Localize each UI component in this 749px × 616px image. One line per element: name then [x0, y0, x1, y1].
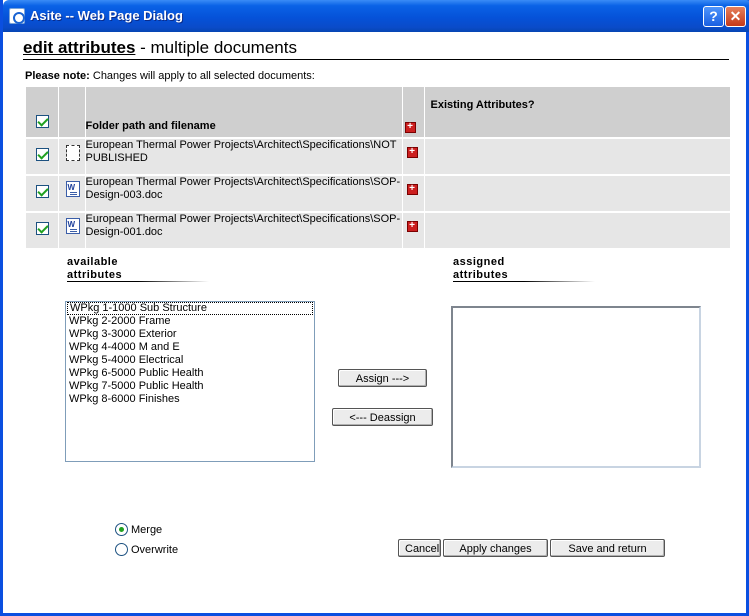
- page-title: edit attributes - multiple documents: [23, 38, 729, 60]
- expand-row-plus-icon[interactable]: +: [406, 147, 418, 158]
- help-button[interactable]: ?: [703, 6, 724, 27]
- row-checkbox[interactable]: [36, 148, 49, 161]
- expand-all-plus-icon[interactable]: +: [404, 122, 416, 133]
- row-filename[interactable]: European Thermal Power Projects\Architec…: [85, 212, 403, 250]
- note-label: Please note:: [25, 70, 90, 82]
- row-filename[interactable]: European Thermal Power Projects\Architec…: [85, 138, 403, 176]
- list-item[interactable]: WPkg 4-4000 M and E: [66, 341, 314, 354]
- table-row: European Thermal Power Projects\Architec…: [26, 138, 731, 176]
- note-text: Changes will apply to all selected docum…: [89, 70, 315, 82]
- list-item[interactable]: WPkg 3-3000 Exterior: [66, 328, 314, 341]
- dialog-window: Asite -- Web Page Dialog ? ✕ edit attrib…: [0, 0, 749, 616]
- assigned-attributes-label: assigned attributes: [453, 256, 509, 281]
- list-item[interactable]: WPkg 2-2000 Frame: [66, 315, 314, 328]
- page-title-strong: edit attributes: [23, 38, 136, 57]
- close-button[interactable]: ✕: [725, 6, 746, 27]
- column-header-existing: Existing Attributes?: [424, 87, 731, 139]
- assigned-attributes-list[interactable]: [451, 306, 701, 468]
- assign-button[interactable]: Assign --->: [338, 369, 427, 387]
- row-existing-attributes: [424, 175, 731, 213]
- select-all-cell: [26, 87, 59, 139]
- cancel-button[interactable]: Cancel: [398, 539, 441, 557]
- row-checkbox[interactable]: [36, 185, 49, 198]
- row-filename[interactable]: European Thermal Power Projects\Architec…: [85, 175, 403, 213]
- unpublished-doc-icon: [65, 145, 80, 161]
- list-item[interactable]: WPkg 5-4000 Electrical: [66, 354, 314, 367]
- expand-row-plus-icon[interactable]: +: [406, 184, 418, 195]
- column-header-path: Folder path and filename: [85, 87, 403, 139]
- row-checkbox[interactable]: [36, 222, 49, 235]
- available-attributes-label: available attributes: [67, 256, 123, 281]
- window-title: Asite -- Web Page Dialog: [30, 8, 183, 23]
- list-item[interactable]: WPkg 1-1000 Sub Structure: [67, 302, 313, 315]
- save-and-return-button[interactable]: Save and return: [550, 539, 665, 557]
- overwrite-label[interactable]: Overwrite: [131, 544, 178, 556]
- table-row: European Thermal Power Projects\Architec…: [26, 212, 731, 250]
- ie-page-icon: [9, 8, 25, 24]
- available-attributes-list[interactable]: WPkg 1-1000 Sub Structure WPkg 2-2000 Fr…: [65, 301, 315, 462]
- dialog-content: edit attributes - multiple documents Ple…: [3, 32, 746, 613]
- row-existing-attributes: [424, 138, 731, 176]
- list-item[interactable]: WPkg 6-5000 Public Health: [66, 367, 314, 380]
- list-item[interactable]: WPkg 8-6000 Finishes: [66, 393, 314, 406]
- assigned-underline: [453, 281, 595, 282]
- merge-label[interactable]: Merge: [131, 524, 162, 536]
- expand-row-plus-icon[interactable]: +: [406, 221, 418, 232]
- word-doc-icon: [65, 218, 80, 234]
- expand-all-cell: +: [402, 87, 425, 139]
- table-row: European Thermal Power Projects\Architec…: [26, 175, 731, 213]
- deassign-button[interactable]: <--- Deassign: [332, 408, 433, 426]
- available-underline: [67, 281, 209, 282]
- page-title-rest: - multiple documents: [135, 38, 297, 57]
- list-item[interactable]: WPkg 7-5000 Public Health: [66, 380, 314, 393]
- apply-changes-button[interactable]: Apply changes: [443, 539, 548, 557]
- note: Please note: Changes will apply to all s…: [25, 70, 315, 82]
- word-doc-icon: [65, 181, 80, 197]
- documents-table: Folder path and filename + Existing Attr…: [26, 87, 731, 250]
- row-existing-attributes: [424, 212, 731, 250]
- overwrite-radio[interactable]: [115, 543, 128, 556]
- select-all-checkbox[interactable]: [36, 115, 49, 128]
- title-bar[interactable]: Asite -- Web Page Dialog ? ✕: [3, 0, 749, 32]
- merge-radio[interactable]: [115, 523, 128, 536]
- table-header-row: Folder path and filename + Existing Attr…: [26, 87, 731, 139]
